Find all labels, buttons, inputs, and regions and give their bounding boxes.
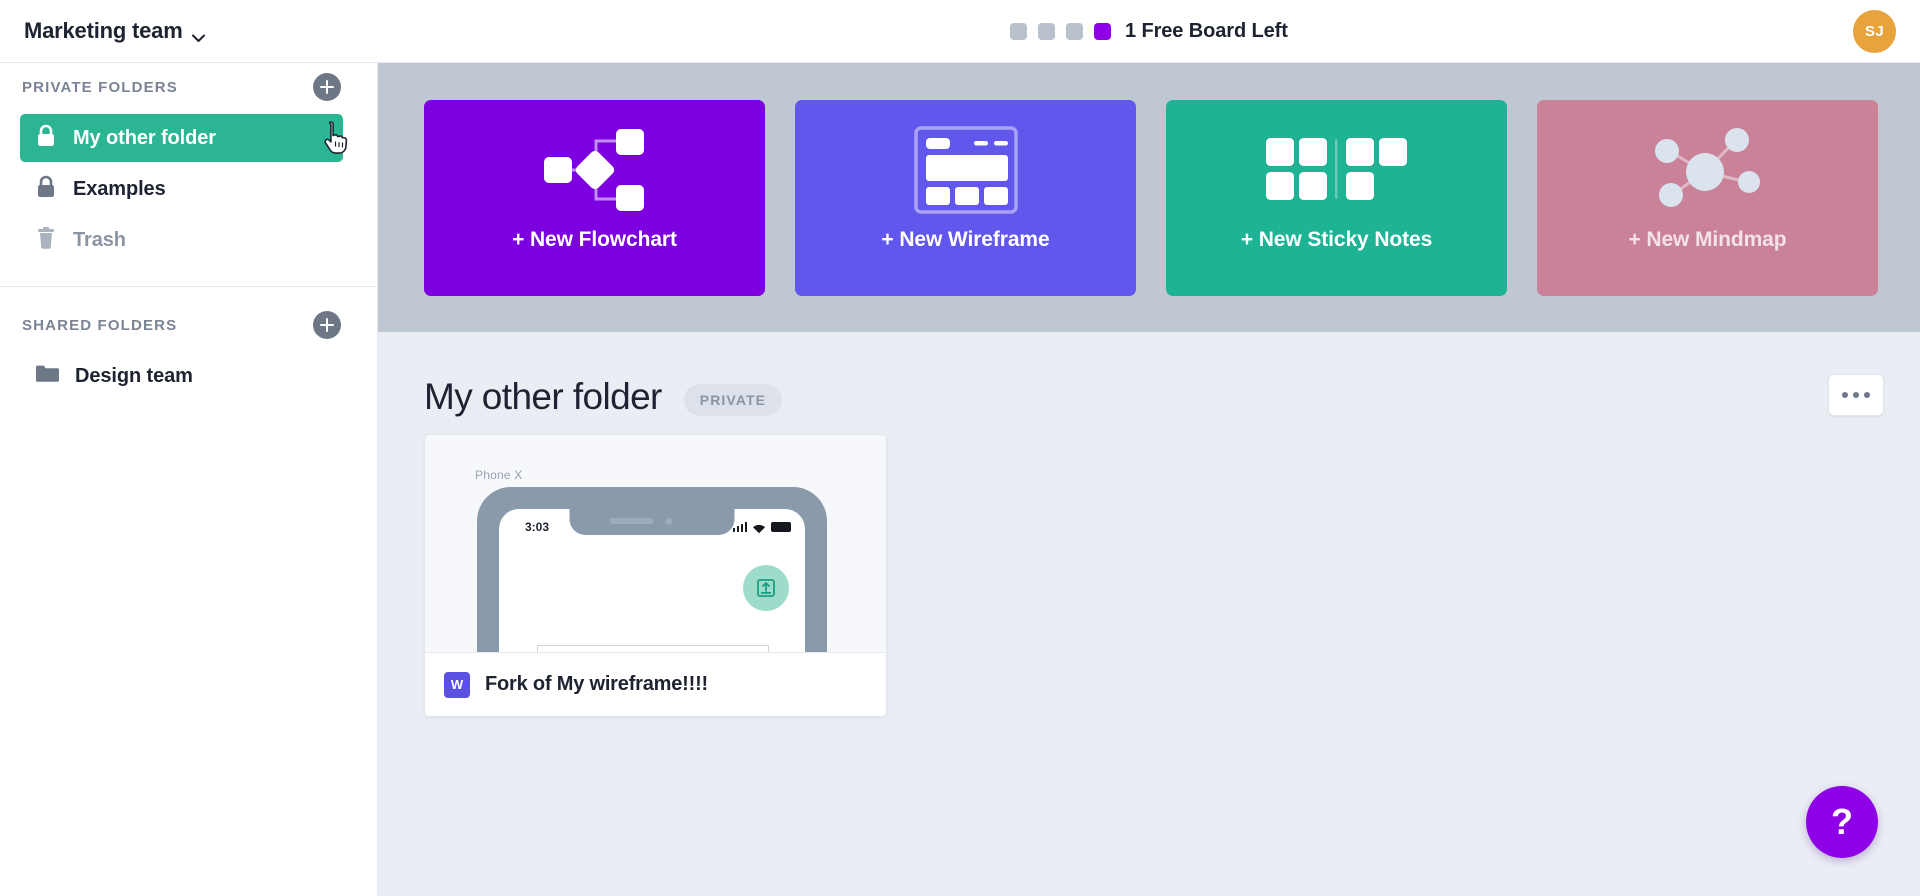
lock-icon — [35, 124, 57, 153]
sidebar-item-label: Trash — [73, 228, 126, 251]
phone-screen: 3:03 — [499, 509, 805, 652]
phone-frame: 3:03 — [477, 487, 827, 652]
board-type-badge: W — [444, 671, 470, 698]
help-button[interactable]: ? — [1806, 786, 1878, 858]
team-switcher[interactable]: Marketing team — [24, 18, 205, 44]
upload-box-icon — [743, 565, 789, 611]
lock-icon — [35, 175, 57, 204]
sidebar-item-label: My other folder — [73, 126, 216, 149]
new-wireframe-card[interactable]: + New Wireframe — [795, 100, 1136, 296]
sidebar: PRIVATE FOLDERS My other folder Examples… — [0, 63, 378, 896]
sidebar-item-examples[interactable]: Examples — [20, 165, 343, 213]
quota-dot-empty — [1010, 23, 1027, 40]
sidebar-item-label: Examples — [73, 177, 166, 200]
status-bar-icons — [732, 521, 791, 534]
main-content: + New Flowchart + New Wireframe + New St… — [378, 63, 1920, 896]
board-meta: W Fork of My wireframe!!!! — [425, 652, 886, 716]
board-quota: 1 Free Board Left — [1010, 0, 1288, 63]
sidebar-divider — [0, 286, 377, 287]
shared-folders-section: SHARED FOLDERS Design team — [0, 301, 377, 400]
sidebar-item-trash[interactable]: Trash — [20, 216, 343, 264]
new-sticky-notes-card[interactable]: + New Sticky Notes — [1166, 100, 1507, 296]
quota-dots — [1010, 23, 1111, 40]
ellipsis-icon — [1853, 392, 1859, 398]
status-badge: PRIVATE — [683, 384, 783, 416]
new-flowchart-card[interactable]: + New Flowchart — [424, 100, 765, 296]
sidebar-item-label: Design team — [75, 364, 193, 387]
folder-more-options-button[interactable] — [1828, 374, 1884, 416]
trash-icon — [35, 226, 57, 255]
new-wireframe-label: + New Wireframe — [881, 228, 1050, 251]
new-sticky-notes-label: + New Sticky Notes — [1240, 228, 1433, 251]
ellipsis-icon — [1842, 392, 1848, 398]
signal-icon — [732, 522, 747, 532]
wireframe-box — [537, 645, 769, 652]
sidebar-item-design-team[interactable]: Design team — [20, 352, 343, 400]
mindmap-icon — [1643, 126, 1773, 214]
flowchart-icon — [536, 126, 654, 214]
add-private-folder-button[interactable] — [313, 73, 341, 101]
private-folders-section: PRIVATE FOLDERS My other folder Examples… — [0, 63, 377, 264]
board-thumbnail: Phone X 3:03 — [425, 435, 886, 652]
status-bar-time: 3:03 — [525, 520, 550, 534]
camera-icon — [665, 518, 673, 525]
create-cards-band: + New Flowchart + New Wireframe + New St… — [378, 63, 1920, 332]
team-name: Marketing team — [24, 18, 183, 43]
add-shared-folder-button[interactable] — [313, 311, 341, 339]
new-mindmap-card[interactable]: + New Mindmap — [1537, 100, 1878, 296]
quota-label: 1 Free Board Left — [1125, 20, 1288, 42]
board-name: Fork of My wireframe!!!! — [485, 673, 709, 695]
page-title: My other folder — [424, 376, 662, 417]
folder-icon — [35, 363, 59, 390]
board-tile[interactable]: Phone X 3:03 W Fork of My wireframe!!!! — [424, 434, 887, 717]
ellipsis-icon — [1864, 392, 1870, 398]
private-folders-header: PRIVATE FOLDERS — [0, 63, 377, 111]
phone-notch — [569, 509, 735, 535]
thumb-caption: Phone X — [475, 468, 523, 482]
private-folders-title: PRIVATE FOLDERS — [22, 78, 178, 96]
battery-icon — [771, 522, 791, 532]
top-bar: Marketing team 1 Free Board Left SJ — [0, 0, 1920, 63]
wireframe-icon — [913, 126, 1018, 214]
quota-dot-used — [1094, 23, 1111, 40]
folder-header: My other folder PRIVATE — [378, 332, 1920, 428]
new-mindmap-label: + New Mindmap — [1628, 228, 1787, 251]
new-flowchart-label: + New Flowchart — [512, 228, 677, 251]
shared-folders-header: SHARED FOLDERS — [0, 301, 377, 349]
chevron-down-icon — [191, 29, 205, 42]
sticky-notes-icon — [1265, 126, 1408, 214]
wifi-icon — [752, 521, 766, 534]
shared-folders-title: SHARED FOLDERS — [22, 316, 178, 334]
speaker-icon — [609, 518, 654, 524]
boards-grid: Phone X 3:03 W Fork of My wireframe!!!! — [378, 428, 1920, 717]
avatar[interactable]: SJ — [1853, 10, 1896, 53]
quota-dot-empty — [1038, 23, 1055, 40]
sidebar-item-my-other-folder[interactable]: My other folder — [20, 114, 343, 162]
quota-dot-empty — [1066, 23, 1083, 40]
